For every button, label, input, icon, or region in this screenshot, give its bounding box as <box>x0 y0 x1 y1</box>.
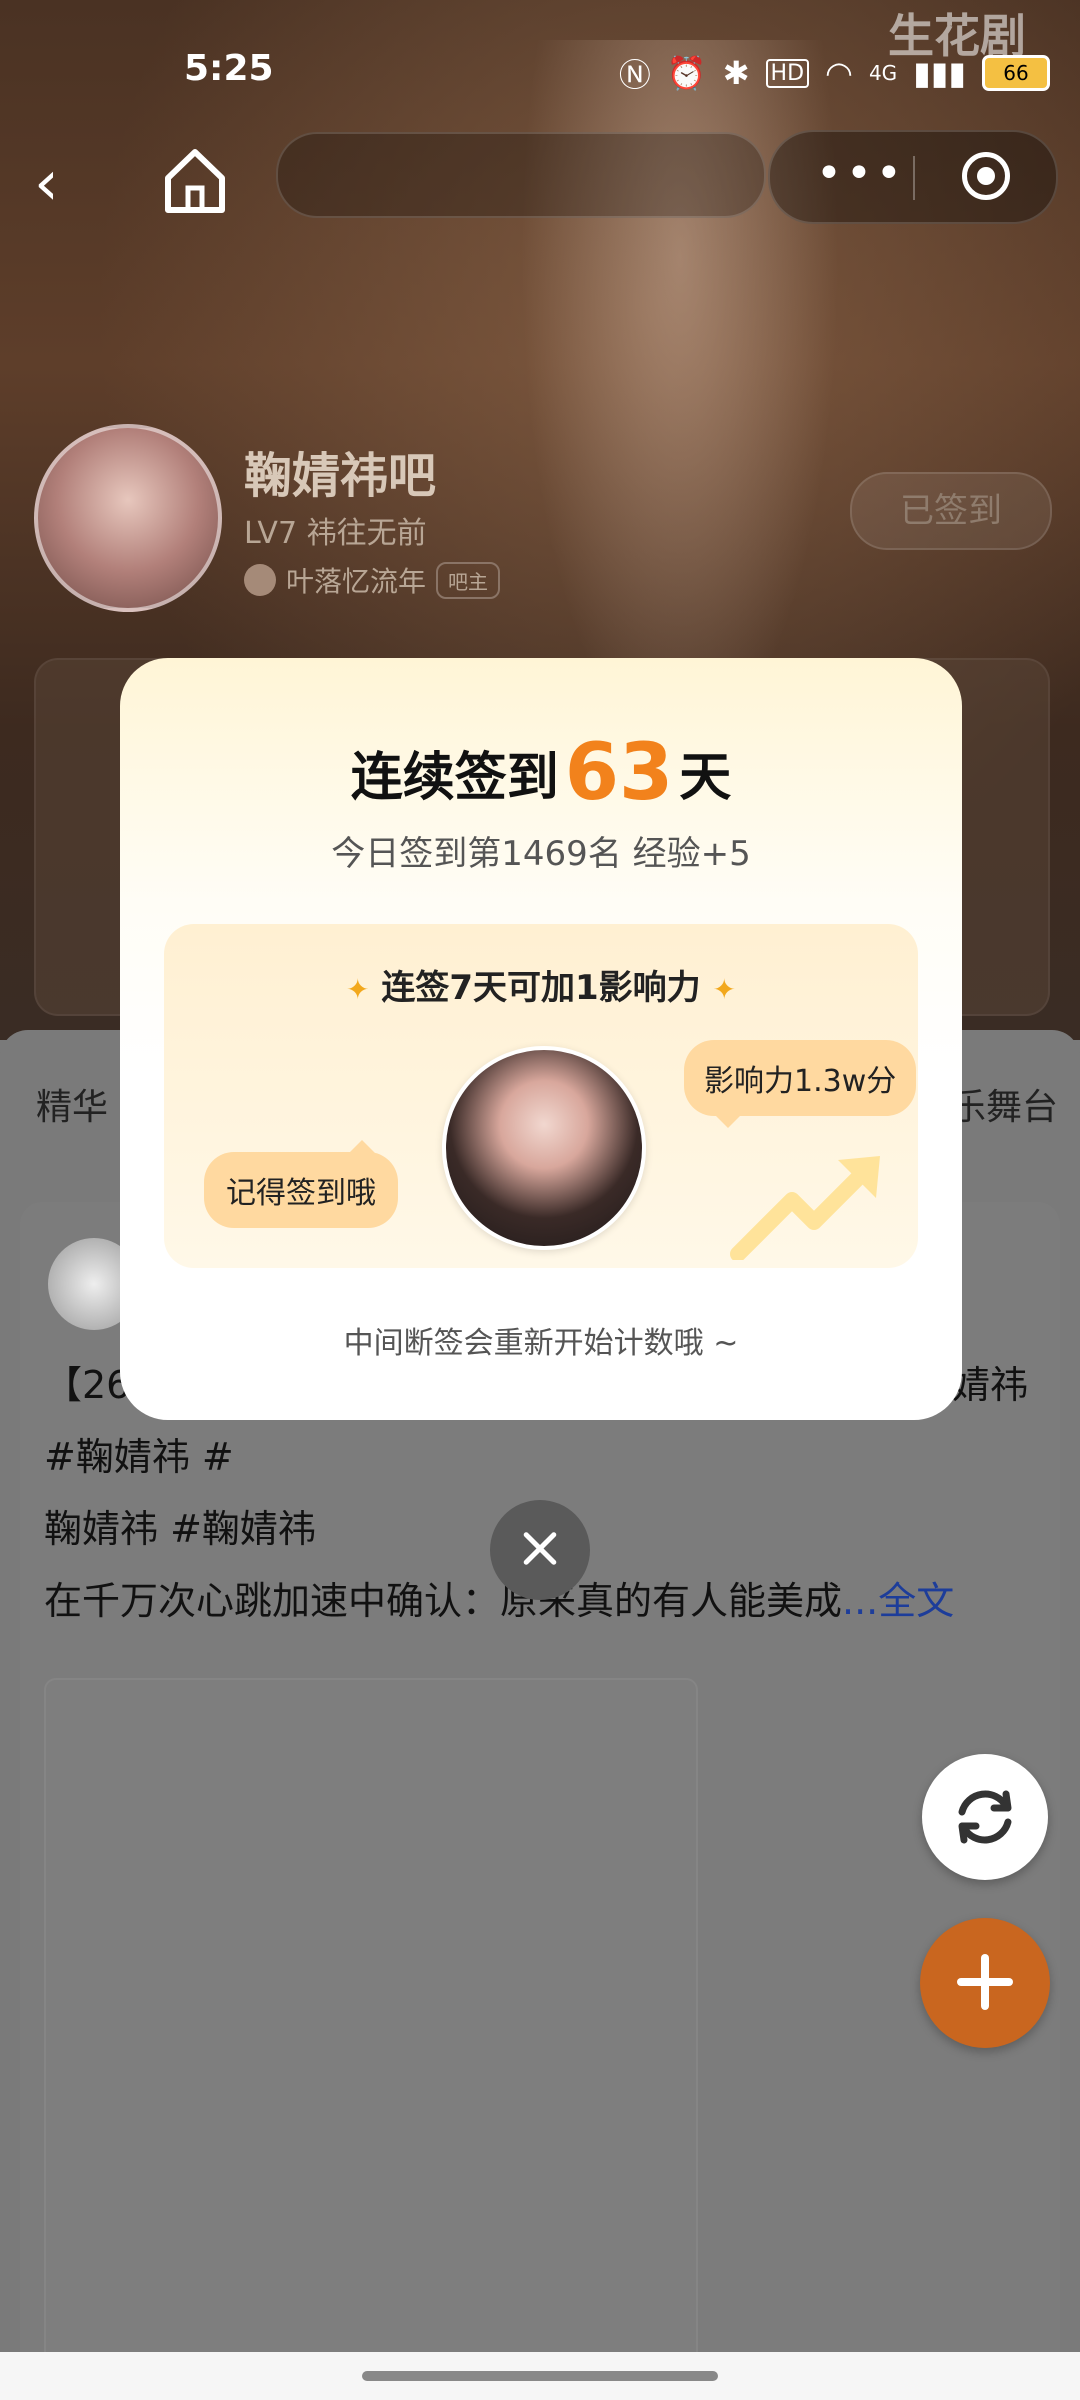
modal-title: 连续签到63 天 <box>120 728 962 818</box>
more-icon[interactable]: ••• <box>816 148 906 199</box>
owner-tag: 吧主 <box>436 561 501 599</box>
status-time: 5:25 <box>184 48 274 89</box>
bluetooth-icon: ✱ <box>722 54 750 92</box>
forum-level: LV7 祎往无前 <box>244 516 427 551</box>
network-type: 4G <box>868 61 898 85</box>
post-line-1: 【26 <box>44 1354 130 1409</box>
mini-program-capsule: ••• <box>768 130 1058 224</box>
signal-icon: ▮▮▮ <box>913 54 966 92</box>
hd-icon: HD <box>765 58 810 88</box>
owner-avatar <box>244 564 276 596</box>
status-bar: 5:25 Ⓝ ⏰ ✱ HD ◠ 4G ▮▮▮ 66 <box>0 0 1080 140</box>
post-line-1-prefix: 【26 <box>44 1363 131 1407</box>
post-line-2: #鞠婧祎 # <box>44 1435 234 1479</box>
modal-title-suffix: 天 <box>679 748 732 808</box>
trend-up-icon <box>730 1156 880 1260</box>
home-icon[interactable] <box>160 140 230 220</box>
forum-name: 鞠婧祎吧 <box>244 448 437 504</box>
refresh-icon <box>958 1790 1012 1844</box>
capsule-divider <box>913 156 915 200</box>
celebrity-avatar <box>442 1046 646 1250</box>
add-post-button[interactable] <box>920 1918 1050 2048</box>
reminder-bubble: 记得签到哦 <box>204 1140 398 1228</box>
home-indicator[interactable] <box>362 2371 718 2381</box>
post-line-4-text: 在千万次心跳加速中确认：原来真的有人能美成 <box>44 1579 843 1623</box>
post-line-1-suffix: 婧祎 <box>952 1363 1029 1407</box>
modal-subtitle: 今日签到第1469名 经验+5 <box>331 834 751 874</box>
chevron-left-icon[interactable]: ‹ <box>34 148 94 218</box>
top-nav: ‹ ••• <box>0 130 1080 240</box>
streak-days: 63 <box>564 728 674 818</box>
app-screen: 生花剧 5:25 Ⓝ ⏰ ✱ HD ◠ 4G ▮▮▮ 66 ‹ ••• 鞠婧祎吧… <box>0 0 1080 2400</box>
signed-button[interactable]: 已签到 <box>850 472 1052 550</box>
forum-owner[interactable]: 叶落忆流年 吧主 <box>244 560 501 600</box>
reward-box: ✦ 连签7天可加1影响力 ✦ 影响力1.3w分 记得签到哦 <box>164 924 918 1268</box>
refresh-button[interactable] <box>922 1754 1048 1880</box>
modal-footer: 中间断签会重新开始计数哦 ~ <box>343 1326 739 1361</box>
sign-in-modal: 连续签到63 天 今日签到第1469名 经验+5 ✦ 连签7天可加1影响力 ✦ 影… <box>120 658 962 1420</box>
close-modal-button[interactable] <box>490 1500 590 1600</box>
alarm-icon: ⏰ <box>666 54 707 92</box>
influence-bubble: 影响力1.3w分 <box>684 1040 917 1128</box>
tab-featured[interactable]: 精华 <box>36 1078 108 1130</box>
post-image[interactable] <box>44 1678 698 2400</box>
tab-stage[interactable]: 乐舞台 <box>950 1078 1058 1130</box>
reward-title-text: 连签7天可加1影响力 <box>381 968 701 1008</box>
wifi-icon: ◠ <box>825 54 853 92</box>
reward-title: ✦ 连签7天可加1影响力 ✦ <box>164 960 918 1009</box>
status-icons: Ⓝ ⏰ ✱ HD ◠ 4G ▮▮▮ 66 <box>619 50 1050 96</box>
sparkle-icon: ✦ <box>346 973 370 1006</box>
modal-title-prefix: 连续签到 <box>350 748 559 808</box>
forum-avatar[interactable] <box>34 424 222 612</box>
sparkle-icon: ✦ <box>712 973 736 1006</box>
search-input[interactable] <box>276 132 766 218</box>
battery-icon: 66 <box>982 55 1050 91</box>
close-target-icon[interactable] <box>962 152 1010 200</box>
post-line-3: 鞠婧祎 #鞠婧祎 <box>44 1507 316 1551</box>
full-text-link[interactable]: ...全文 <box>842 1579 954 1623</box>
nfc-icon: Ⓝ <box>618 56 651 94</box>
system-gesture-bar <box>0 2352 1080 2400</box>
owner-name: 叶落忆流年 <box>286 565 427 598</box>
